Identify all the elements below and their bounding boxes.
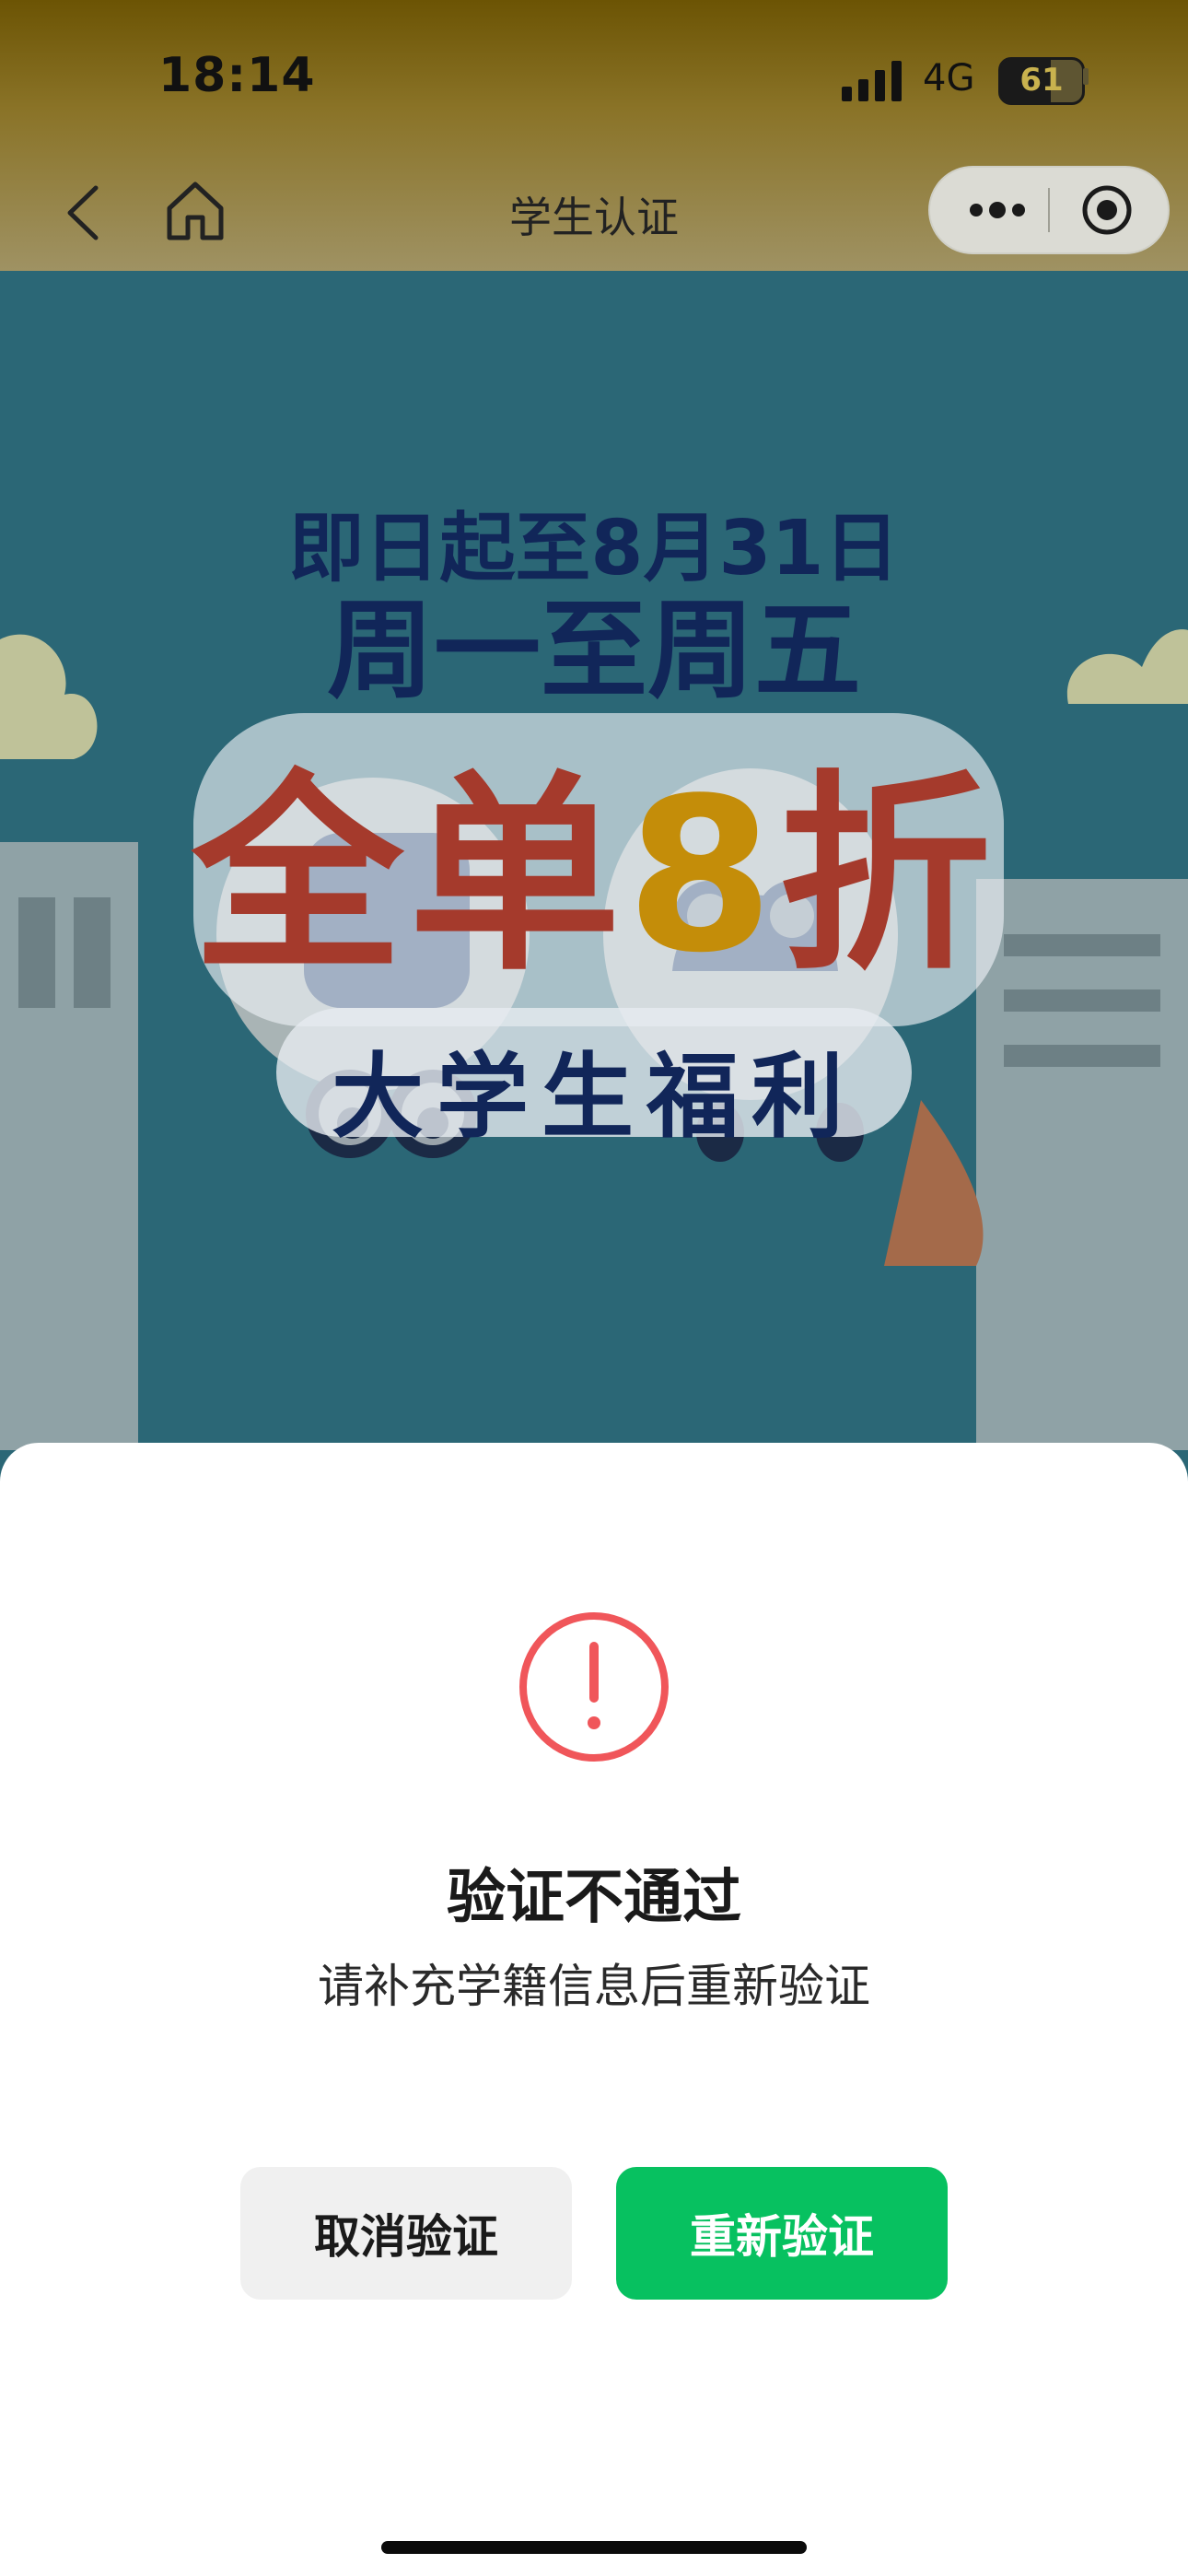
battery-icon: 61 [998, 57, 1085, 105]
promo-headline-a: 全单 [191, 754, 626, 1000]
cancel-verification-button[interactable]: 取消验证 [240, 2167, 572, 2300]
dialog-description: 请补充学籍信息后重新验证 [318, 1960, 870, 2013]
signal-icon [842, 61, 902, 101]
promo-headline-num: 8 [625, 754, 780, 1000]
status-time: 18:14 [158, 48, 316, 103]
promo-days: 周一至周五 [327, 589, 861, 713]
battery-cap [1083, 68, 1089, 85]
close-miniprogram-icon[interactable] [1077, 181, 1136, 240]
more-icon[interactable] [958, 181, 1037, 240]
home-indicator [381, 2541, 807, 2554]
capsule-divider [1048, 188, 1050, 232]
battery-level: 61 [1019, 62, 1064, 99]
dialog-title: 验证不通过 [447, 1864, 741, 1932]
network-label: 4G [923, 57, 975, 100]
warning-icon [519, 1612, 669, 1762]
promo-banner: 即日起至8月31日 周一至周五 全单8折 大学生福利 [0, 271, 1188, 1450]
promo-headline: 全单8折 [0, 704, 1188, 1011]
retry-verification-button[interactable]: 重新验证 [616, 2167, 948, 2300]
promo-headline-b: 折 [779, 754, 997, 1000]
promo-subtitle: 大学生福利 [332, 1043, 856, 1151]
